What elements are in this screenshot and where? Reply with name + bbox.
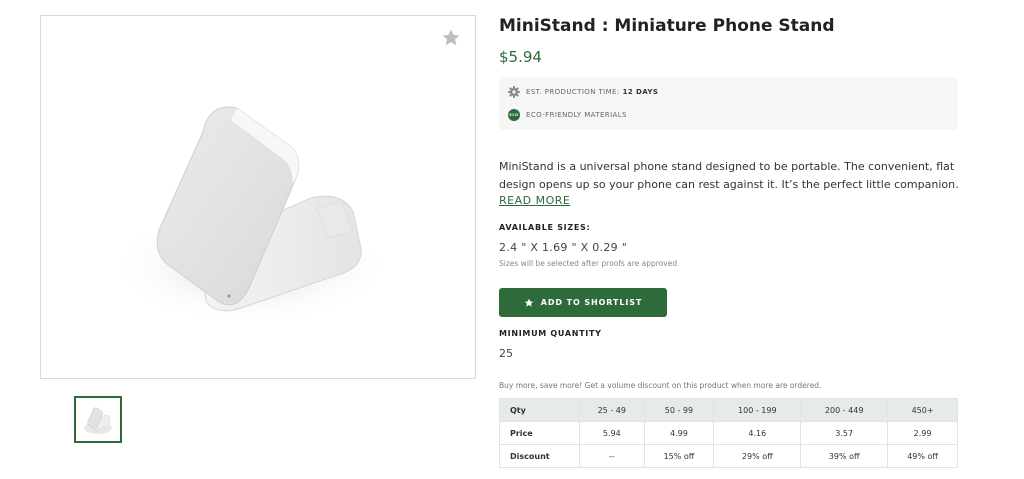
read-more-link[interactable]: READ MORE xyxy=(499,194,570,207)
add-to-shortlist-label: ADD TO SHORTLIST xyxy=(540,298,643,307)
phone-stand-thumbnail-image xyxy=(84,407,112,434)
table-cell: 5.94 xyxy=(579,421,645,445)
production-time-row: EST. PRODUCTION TIME: 12 DAYS xyxy=(508,85,658,99)
production-time-value: 12 DAYS xyxy=(622,88,659,96)
table-cell: 4.16 xyxy=(713,421,802,445)
product-price: $5.94 xyxy=(499,48,542,66)
table-cell: 49% off xyxy=(887,444,958,468)
table-header-cell: Qty xyxy=(499,398,580,422)
product-thumbnail[interactable] xyxy=(74,396,122,443)
minimum-quantity-label: MINIMUM QUANTITY xyxy=(499,329,602,338)
gear-icon xyxy=(508,86,520,98)
production-time-label: EST. PRODUCTION TIME: xyxy=(526,88,620,96)
volume-discount-note: Buy more, save more! Get a volume discou… xyxy=(499,381,822,390)
product-description: MiniStand is a universal phone stand des… xyxy=(499,158,958,194)
star-icon[interactable] xyxy=(441,28,461,48)
table-header-row: Qty 25 - 49 50 - 99 100 - 199 200 - 449 … xyxy=(499,398,958,422)
production-info-box: EST. PRODUCTION TIME: 12 DAYS ECO ECO-FR… xyxy=(499,77,958,130)
sizes-note: Sizes will be selected after proofs are … xyxy=(499,259,678,268)
table-cell: 2.99 xyxy=(887,421,958,445)
description-line-2: design opens up so your phone can rest a… xyxy=(499,178,958,191)
eco-badge-icon: ECO xyxy=(508,109,520,121)
available-sizes-label: AVAILABLE SIZES: xyxy=(499,223,591,232)
table-header-cell: 100 - 199 xyxy=(713,398,802,422)
table-cell: Price xyxy=(499,421,580,445)
volume-pricing-table: Qty 25 - 49 50 - 99 100 - 199 200 - 449 … xyxy=(499,398,958,468)
table-header-cell: 25 - 49 xyxy=(579,398,645,422)
table-row-price: Price 5.94 4.99 4.16 3.57 2.99 xyxy=(499,421,958,445)
eco-materials-row: ECO ECO-FRIENDLY MATERIALS xyxy=(508,108,627,122)
description-line-1: MiniStand is a universal phone stand des… xyxy=(499,160,955,173)
table-header-cell: 50 - 99 xyxy=(643,398,715,422)
table-header-cell: 200 - 449 xyxy=(800,398,889,422)
phone-stand-image xyxy=(111,106,391,326)
add-to-shortlist-button[interactable]: ADD TO SHORTLIST xyxy=(499,288,667,317)
table-cell: 4.99 xyxy=(643,421,715,445)
table-cell: -- xyxy=(579,444,645,468)
table-row-discount: Discount -- 15% off 29% off 39% off 49% … xyxy=(499,444,958,468)
eco-materials-label: ECO-FRIENDLY MATERIALS xyxy=(526,111,627,119)
table-cell: 29% off xyxy=(713,444,802,468)
table-cell: 39% off xyxy=(800,444,889,468)
product-main-image xyxy=(40,15,476,379)
available-size-value: 2.4 " X 1.69 " X 0.29 " xyxy=(499,241,628,254)
minimum-quantity-value: 25 xyxy=(499,347,513,360)
table-header-cell: 450+ xyxy=(887,398,958,422)
product-title: MiniStand : Miniature Phone Stand xyxy=(499,16,835,36)
table-cell: 15% off xyxy=(643,444,715,468)
star-icon xyxy=(524,298,534,308)
table-cell: 3.57 xyxy=(800,421,889,445)
table-cell: Discount xyxy=(499,444,580,468)
